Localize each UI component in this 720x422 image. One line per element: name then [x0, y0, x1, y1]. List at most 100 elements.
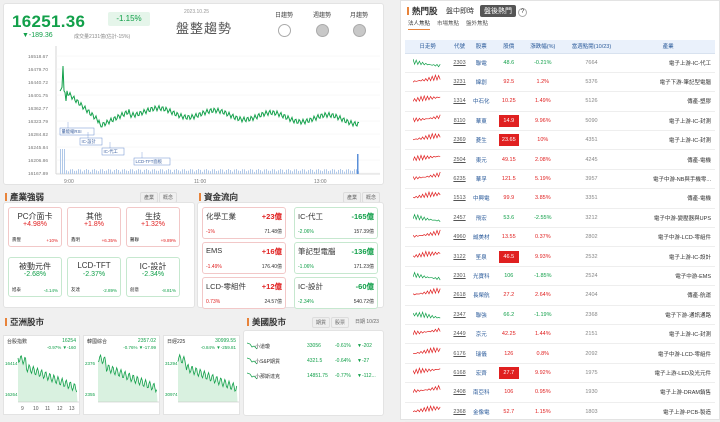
trend-week[interactable]: 週趨勢 [307, 10, 337, 37]
volume-bar [320, 170, 321, 174]
volume-bar [336, 171, 337, 174]
stock-name[interactable]: 華東 [468, 111, 494, 132]
industry-tile[interactable]: IC-設計 -2.34% 創意 -8.81% [126, 257, 180, 297]
stock-code[interactable]: 2368 [450, 402, 469, 422]
industry-tile[interactable]: 被動元件 -2.68% 旭泰 -4.14% [8, 257, 62, 297]
trend-day[interactable]: 日趨勢 [269, 10, 299, 37]
row-sparkline [405, 285, 451, 306]
stock-code[interactable]: 2408 [450, 382, 469, 403]
hot-tab-after[interactable]: 盤後熱門 [480, 5, 516, 17]
volume-bar [344, 171, 345, 174]
stock-change: 2.64% [523, 285, 562, 306]
stock-name[interactable]: 誠美材 [468, 227, 494, 248]
subtab-offmarket[interactable]: 盤外焦點 [466, 19, 488, 29]
stock-name[interactable]: 聯強 [468, 305, 494, 325]
table-row[interactable]: 2504 東元 49.15 2.08% 4245 傳產-電機 [405, 149, 715, 170]
industry-tile[interactable]: 其他 +1.8% 鑫明 +6.35% [67, 207, 121, 247]
table-row[interactable]: 2301 光寶科 106 -1.85% 2524 電子中游-EMS [405, 266, 715, 287]
stock-code[interactable]: 6176 [450, 343, 469, 364]
stock-code[interactable]: 6235 [450, 169, 469, 190]
capital-item[interactable]: EMS +16億 -1.49% 176.40億 [202, 242, 286, 274]
stock-name[interactable]: 飛宏 [468, 208, 494, 229]
stock-name[interactable]: 中興電 [468, 188, 494, 209]
table-row[interactable]: 2457 飛宏 53.6 -2.55% 3212 電子中游-變壓器與UPS [405, 208, 715, 229]
table-row[interactable]: 8110 華東 14.9 9.96% 5090 電子上游-IC-封測 [405, 111, 715, 132]
table-header[interactable]: 當週點閱(10/23) [561, 40, 622, 54]
stock-name[interactable]: 華孚 [468, 169, 494, 190]
stock-code[interactable]: 6168 [450, 363, 469, 384]
table-row[interactable]: 3231 緯創 92.5 1.2% 5376 電子下游-筆記型電腦 [405, 72, 715, 93]
capital-item[interactable]: LCD-零組件 +12億 0.73% 24.57億 [202, 277, 286, 309]
stock-code[interactable]: 2301 [450, 266, 469, 287]
table-row[interactable]: 2368 金像電 52.7 1.15% 1803 電子上游-PCB-製造 [405, 402, 715, 422]
table-row[interactable]: 2347 聯強 66.2 -1.19% 2368 電子下游-通訊通路 [405, 305, 715, 325]
stock-name[interactable]: 中石化 [468, 91, 494, 112]
industry-tile[interactable]: LCD-TFT -2.37% 友達 -2.89% [67, 257, 121, 297]
stock-name[interactable]: 光寶科 [468, 266, 494, 287]
industry-tile[interactable]: 生技 +1.32% 醫聯 +9.89% [126, 207, 180, 247]
stock-code[interactable]: 3231 [450, 72, 469, 93]
asia-market-card[interactable]: 韓國綜合 2357.02 -0.76% ▼-17.99 2376 2355 [83, 335, 160, 415]
table-row[interactable]: 2303 聯電 48.6 -0.21% 7664 電子上游-IC-代工 [405, 53, 715, 73]
us-market-row[interactable]: 小那斯達克 14851.75 -0.77% ▼-112... [245, 370, 383, 384]
stock-name[interactable]: 京元 [468, 324, 494, 345]
stock-code[interactable]: 3122 [450, 246, 469, 267]
table-row[interactable]: 1513 中興電 99.9 3.85% 3351 傳產-電機 [405, 188, 715, 209]
stock-views: 1930 [561, 382, 622, 403]
stock-code[interactable]: 2504 [450, 149, 469, 170]
stock-code[interactable]: 2369 [450, 130, 469, 151]
table-row[interactable]: 1314 中石化 10.25 1.49% 5126 傳產-塑膠 [405, 91, 715, 112]
stock-name[interactable]: 緯創 [468, 72, 494, 93]
us-tab-futures[interactable]: 期貨 [312, 317, 331, 328]
asia-market-card[interactable]: 日經225 30999.55 -0.84% ▼-259.81 31294 30974 [163, 335, 240, 415]
stock-name[interactable]: 長榮航 [468, 285, 494, 306]
stock-code[interactable]: 4960 [450, 227, 469, 248]
hot-tab-intraday[interactable]: 盤中即時 [442, 5, 478, 17]
asia-market-card[interactable]: 台股指數 16254 -0.97% ▼-160 16414 16264 9 10 11 12 13 [3, 335, 80, 415]
stock-name[interactable]: 聯電 [468, 53, 494, 73]
subtab-market[interactable]: 市場焦點 [437, 19, 459, 29]
volume-bar [212, 169, 213, 174]
stock-code[interactable]: 8110 [450, 111, 469, 132]
stock-code[interactable]: 2449 [450, 324, 469, 345]
stock-code[interactable]: 1513 [450, 188, 469, 209]
table-row[interactable]: 2408 南亞科 106 0.95% 1930 電子上游-DRAM銷售 [405, 382, 715, 403]
stock-name[interactable]: 南亞科 [468, 382, 494, 403]
table-row[interactable]: 2369 菱生 23.65 10% 4351 電子上游-IC-封測 [405, 130, 715, 151]
table-row[interactable]: 2449 京元 42.25 1.44% 2151 電子上游-IC-封測 [405, 324, 715, 345]
stock-code[interactable]: 2347 [450, 305, 469, 325]
stock-code[interactable]: 2618 [450, 285, 469, 306]
stock-name[interactable]: 金像電 [468, 402, 494, 422]
stock-name[interactable]: 菱生 [468, 130, 494, 151]
volume-bar [342, 170, 343, 174]
volume-bar [222, 169, 223, 174]
table-header[interactable]: 股價 [493, 40, 524, 54]
stock-name[interactable]: 宏齊 [468, 363, 494, 384]
trend-month[interactable]: 月趨勢 [344, 10, 374, 37]
capital-item[interactable]: 筆記型電腦 -136億 -1.06% 171.23億 [294, 242, 378, 274]
us-market-row[interactable]: 小道瓊 33056 -0.61% ▼-202 [245, 340, 383, 354]
industry-tile[interactable]: PC介面卡 +4.98% 壽豐 +10% [8, 207, 62, 247]
trend-title: 盤整趨勢 [176, 21, 233, 36]
us-market-row[interactable]: 小S&P期貨 4321.5 -0.64% ▼-27 [245, 355, 383, 369]
table-row[interactable]: 3122 笙泉 46.5 9.93% 2532 電子上游-IC-設計 [405, 246, 715, 267]
table-row[interactable]: 2618 長榮航 27.2 2.64% 2404 傳產-航運 [405, 285, 715, 306]
capital-item[interactable]: IC-設計 -60億 -2.34% 540.72億 [294, 277, 378, 309]
table-row[interactable]: 4960 誠美材 13.55 0.37% 2802 電子中游-LCD-零組件 [405, 227, 715, 248]
table-row[interactable]: 6235 華孚 121.5 5.19% 3957 電子中游-NB與手機零... [405, 169, 715, 190]
stock-code[interactable]: 2457 [450, 208, 469, 229]
stock-code[interactable]: 1314 [450, 91, 469, 112]
capital-item[interactable]: IC-代工 -165億 -2.06% 157.39億 [294, 207, 378, 239]
stock-code[interactable]: 2303 [450, 53, 469, 73]
table-row[interactable]: 6168 宏齊 27.7 9.92% 1975 電子上游-LED及光元件 [405, 363, 715, 384]
stock-name[interactable]: 瑞儀 [468, 343, 494, 364]
table-header[interactable]: 漲跌幅(%) [523, 40, 562, 54]
capital-item[interactable]: 化學工業 +23億 -1% 71.48億 [202, 207, 286, 239]
subtab-institutional[interactable]: 法人焦點 [408, 19, 431, 30]
help-icon[interactable]: ? [518, 8, 527, 17]
us-tab-stocks[interactable]: 股票 [331, 317, 350, 328]
table-row[interactable]: 6176 瑞儀 126 0.8% 2092 電子中游-LCD-零組件 [405, 343, 715, 364]
stock-name[interactable]: 笙泉 [468, 246, 494, 267]
stock-change: 9.96% [523, 111, 562, 132]
stock-name[interactable]: 東元 [468, 149, 494, 170]
